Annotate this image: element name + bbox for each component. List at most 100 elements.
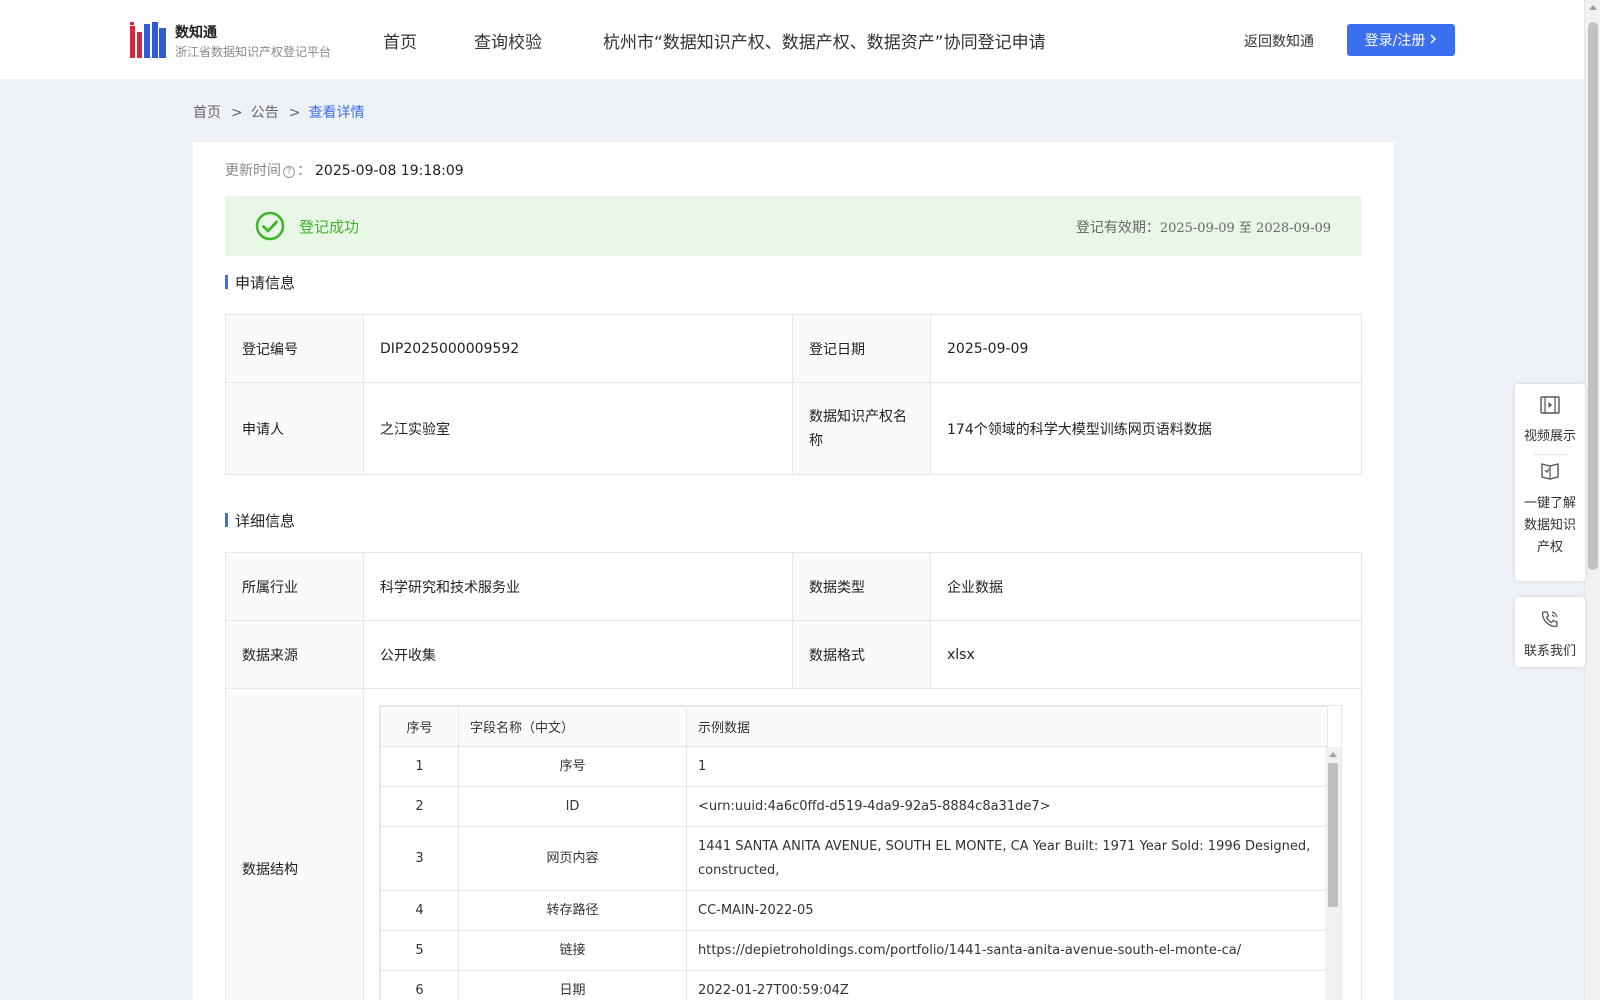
schema-cell-sample: CC-MAIN-2022-05 bbox=[686, 890, 1328, 931]
brand-subtitle: 浙江省数据知识产权登记平台 bbox=[175, 45, 332, 59]
video-showcase-label: 视频展示 bbox=[1523, 429, 1576, 444]
schema-table: 序号 字段名称（中文） 示例数据 1 序号 1 2 ID <urn:uuid:4… bbox=[380, 706, 1328, 1000]
field-value: 企业数据 bbox=[930, 552, 1362, 621]
video-icon bbox=[1540, 396, 1560, 426]
schema-cell-index: 1 bbox=[380, 746, 459, 787]
schema-header-sample: 示例数据 bbox=[686, 706, 1328, 747]
field-value: DIP2025000009592 bbox=[363, 314, 793, 383]
learn-label-line: 数据知识 bbox=[1523, 518, 1576, 533]
field-label: 登记日期 bbox=[792, 314, 931, 383]
data-structure-cell: 序号 字段名称（中文） 示例数据 1 序号 1 2 ID <urn:uuid:4… bbox=[363, 688, 1362, 1000]
field-label: 数据格式 bbox=[792, 620, 931, 689]
schema-header-index: 序号 bbox=[380, 706, 459, 747]
update-time-label: 更新时间 bbox=[225, 163, 281, 179]
chevron-right-icon bbox=[1429, 32, 1437, 48]
check-circle-icon bbox=[255, 211, 285, 241]
login-register-button[interactable]: 登录/注册 bbox=[1347, 24, 1455, 56]
field-value: 之江实验室 bbox=[363, 382, 793, 475]
table-row: 2 ID <urn:uuid:4a6c0ffd-d519-4da9-92a5-8… bbox=[380, 786, 1328, 827]
learn-label-line: 产权 bbox=[1536, 540, 1563, 555]
table-row: 申请人 之江实验室 数据知识产权名称 174个领域的科学大模型训练网页语料数据 bbox=[225, 382, 1362, 475]
schema-cell-field-name: ID bbox=[458, 786, 687, 827]
registration-status-banner: 登记成功 登记有效期：2025-09-09 至 2028-09-09 bbox=[225, 196, 1361, 256]
schema-cell-field-name: 日期 bbox=[458, 970, 687, 1000]
field-label: 数据来源 bbox=[225, 620, 364, 689]
update-time-colon: ： bbox=[297, 163, 311, 179]
table-row: 数据结构 序号 字段名称（中文） 示例数据 1 序号 1 2 ID <urn:u… bbox=[225, 688, 1362, 1000]
field-label-data-structure: 数据结构 bbox=[225, 688, 364, 1000]
table-row: 6 日期 2022-01-27T00:59:04Z bbox=[380, 970, 1328, 1000]
schema-cell-sample: 1441 SANTA ANITA AVENUE, SOUTH EL MONTE,… bbox=[686, 826, 1328, 891]
scroll-up-arrow-icon[interactable] bbox=[1329, 752, 1337, 757]
schema-scrollbar[interactable] bbox=[1325, 747, 1341, 1000]
field-value: 174个领域的科学大模型训练网页语料数据 bbox=[930, 382, 1362, 475]
page-scrollbar[interactable] bbox=[1584, 0, 1600, 1000]
schema-cell-field-name: 转存路径 bbox=[458, 890, 687, 931]
scroll-up-arrow-icon[interactable] bbox=[1589, 5, 1597, 10]
top-header: 数知通 浙江省数据知识产权登记平台 首页 查询校验 杭州市“数据知识产权、数据产… bbox=[0, 0, 1584, 79]
floating-help-panel: 视频展示 一键了解 数据知识 产权 bbox=[1515, 384, 1585, 581]
floating-contact-panel: 联系我们 bbox=[1515, 597, 1585, 667]
breadcrumb-separator: > bbox=[231, 105, 243, 121]
section-title-application: 申请信息 bbox=[225, 272, 295, 293]
schema-table-container[interactable]: 序号 字段名称（中文） 示例数据 1 序号 1 2 ID <urn:uuid:4… bbox=[379, 705, 1342, 1000]
brand-logo[interactable] bbox=[130, 22, 166, 58]
login-register-label: 登录/注册 bbox=[1364, 33, 1426, 49]
field-label: 数据知识产权名称 bbox=[792, 382, 931, 475]
breadcrumb: 首页 > 公告 > 查看详情 bbox=[193, 102, 368, 122]
field-label: 数据类型 bbox=[792, 552, 931, 621]
contact-us-label: 联系我们 bbox=[1523, 644, 1576, 659]
table-row: 4 转存路径 CC-MAIN-2022-05 bbox=[380, 890, 1328, 931]
table-row: 1 序号 1 bbox=[380, 746, 1328, 787]
schema-cell-index: 3 bbox=[380, 826, 459, 891]
schema-cell-index: 2 bbox=[380, 786, 459, 827]
back-to-shuzhitong-link[interactable]: 返回数知通 bbox=[1244, 31, 1314, 51]
validity-period: 登记有效期：2025-09-09 至 2028-09-09 bbox=[1076, 217, 1331, 237]
status-text: 登记成功 bbox=[299, 218, 360, 236]
schema-cell-index: 4 bbox=[380, 890, 459, 931]
breadcrumb-home[interactable]: 首页 bbox=[193, 105, 221, 121]
table-row: 所属行业 科学研究和技术服务业 数据类型 企业数据 bbox=[225, 552, 1362, 621]
field-value: xlsx bbox=[930, 620, 1362, 689]
schema-header-row: 序号 字段名称（中文） 示例数据 bbox=[380, 706, 1328, 747]
schema-cell-sample: 2022-01-27T00:59:04Z bbox=[686, 970, 1328, 1000]
schema-cell-sample: https://depietroholdings.com/portfolio/1… bbox=[686, 930, 1328, 971]
video-showcase-button[interactable]: 视频展示 bbox=[1515, 396, 1585, 448]
application-info-table: 登记编号 DIP2025000009592 登记日期 2025-09-09 申请… bbox=[225, 314, 1362, 475]
schema-cell-field-name: 网页内容 bbox=[458, 826, 687, 891]
help-question-icon[interactable]: ? bbox=[283, 166, 295, 178]
schema-scrollbar-thumb[interactable] bbox=[1328, 763, 1338, 907]
field-label: 登记编号 bbox=[225, 314, 364, 383]
detail-info-table: 所属行业 科学研究和技术服务业 数据类型 企业数据 数据来源 公开收集 数据格式… bbox=[225, 552, 1362, 1000]
field-label: 申请人 bbox=[225, 382, 364, 475]
phone-icon bbox=[1540, 609, 1560, 641]
field-value: 科学研究和技术服务业 bbox=[363, 552, 793, 621]
table-row: 数据来源 公开收集 数据格式 xlsx bbox=[225, 620, 1362, 689]
update-time-value: 2025-09-08 19:18:09 bbox=[315, 163, 464, 179]
learn-data-ip-button[interactable]: 一键了解 数据知识 产权 bbox=[1515, 461, 1585, 559]
divider bbox=[1533, 454, 1567, 455]
contact-us-button[interactable]: 联系我们 bbox=[1515, 609, 1585, 663]
schema-cell-field-name: 序号 bbox=[458, 746, 687, 787]
schema-header-field-name: 字段名称（中文） bbox=[458, 706, 687, 747]
field-value: 2025-09-09 bbox=[930, 314, 1362, 383]
nav-home[interactable]: 首页 bbox=[383, 28, 417, 53]
validity-dates: 2025-09-09 至 2028-09-09 bbox=[1159, 221, 1331, 236]
schema-cell-field-name: 链接 bbox=[458, 930, 687, 971]
breadcrumb-announcements[interactable]: 公告 bbox=[251, 105, 279, 121]
schema-cell-index: 6 bbox=[380, 970, 459, 1000]
field-label: 所属行业 bbox=[225, 552, 364, 621]
update-time-row: 更新时间?： 2025-09-08 19:18:09 bbox=[225, 160, 464, 180]
table-row: 登记编号 DIP2025000009592 登记日期 2025-09-09 bbox=[225, 314, 1362, 383]
nav-hangzhou-registration[interactable]: 杭州市“数据知识产权、数据产权、数据资产”协同登记申请 bbox=[603, 28, 1046, 53]
schema-cell-sample: <urn:uuid:4a6c0ffd-d519-4da9-92a5-8884c8… bbox=[686, 786, 1328, 827]
page-scrollbar-thumb[interactable] bbox=[1588, 22, 1598, 570]
book-icon bbox=[1540, 461, 1560, 493]
detail-card: 更新时间?： 2025-09-08 19:18:09 登记成功 登记有效期：202… bbox=[193, 142, 1394, 1000]
nav-query-verify[interactable]: 查询校验 bbox=[474, 28, 542, 53]
brand-name: 数知通 bbox=[175, 25, 217, 41]
breadcrumb-current: 查看详情 bbox=[308, 105, 365, 121]
table-row: 5 链接 https://depietroholdings.com/portfo… bbox=[380, 930, 1328, 971]
schema-cell-index: 5 bbox=[380, 930, 459, 971]
breadcrumb-separator: > bbox=[288, 105, 301, 121]
